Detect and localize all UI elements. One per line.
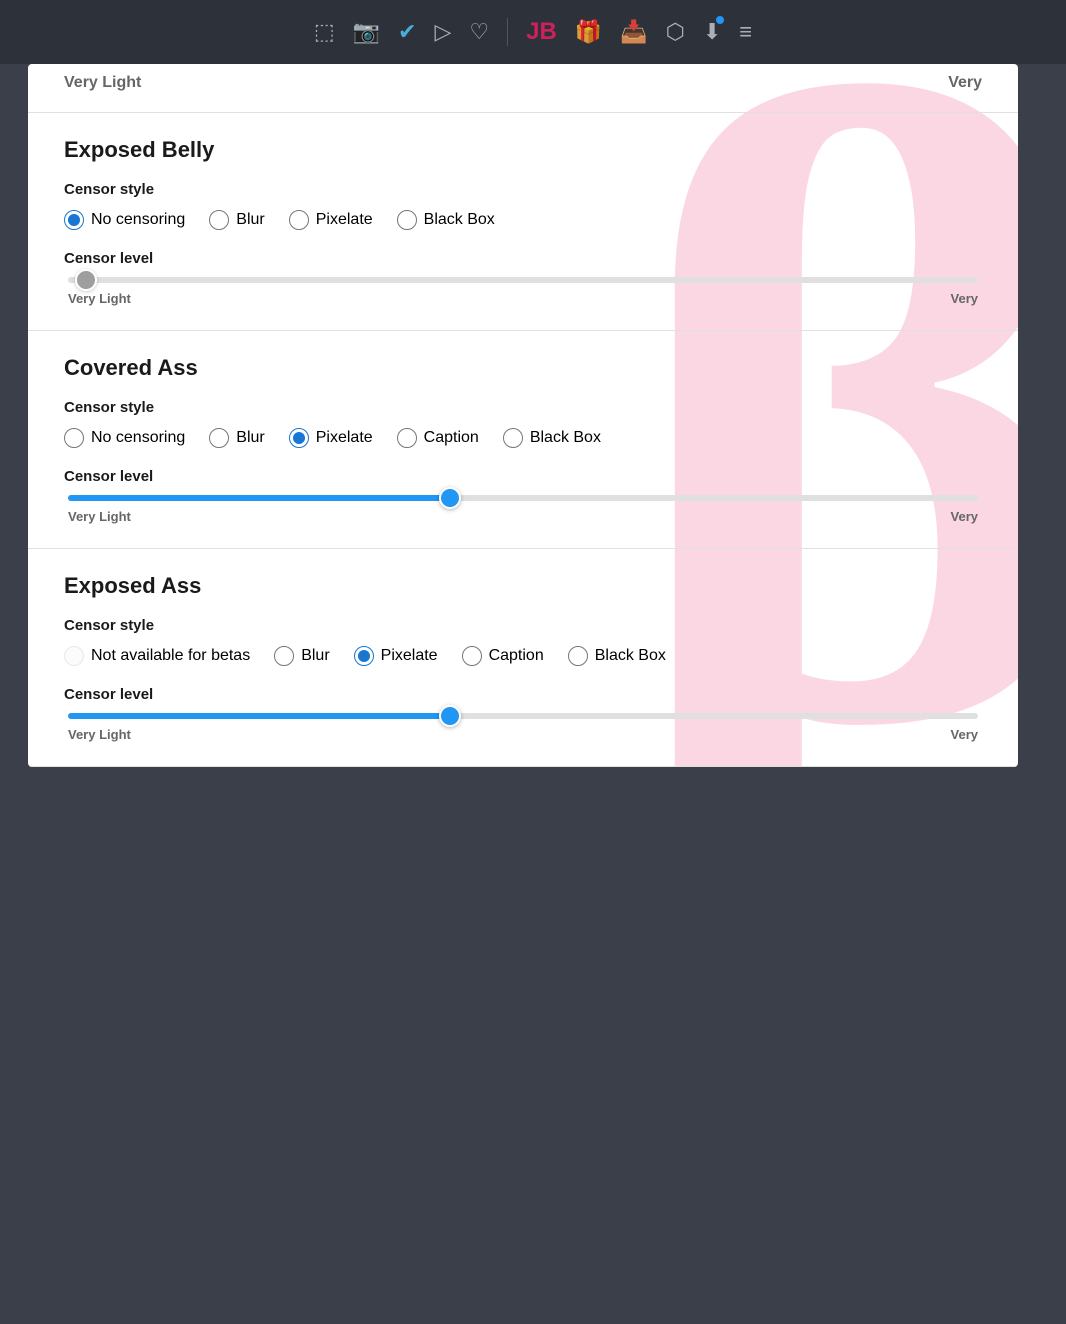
exposed-ass-title: Exposed Ass [64, 573, 982, 599]
exposed-ass-not-available-option: Not available for betas [64, 646, 250, 666]
edit-icon[interactable]: ⬚ [314, 19, 335, 45]
exposed-ass-pixelate-radio[interactable] [354, 646, 374, 666]
covered-ass-caption-radio[interactable] [397, 428, 417, 448]
exposed-belly-slider-container: Very Light Very [64, 277, 982, 306]
covered-ass-slider-fill [68, 495, 450, 501]
partial-top-section: Very Light Very [28, 64, 1018, 113]
exposed-ass-slider-track [68, 713, 978, 719]
exposed-ass-blur-option[interactable]: Blur [274, 646, 329, 666]
exposed-ass-black-box-label: Black Box [595, 647, 666, 665]
exposed-belly-slider-max-label: Very [951, 291, 978, 306]
exposed-belly-pixelate-option[interactable]: Pixelate [289, 210, 373, 230]
covered-ass-slider-min-label: Very Light [68, 509, 131, 524]
exposed-ass-pixelate-option[interactable]: Pixelate [354, 646, 438, 666]
exposed-belly-no-censoring-radio[interactable] [64, 210, 84, 230]
exposed-belly-censor-level-label: Censor level [64, 250, 982, 267]
exposed-belly-slider-thumb [75, 269, 97, 291]
exposed-ass-not-available-label: Not available for betas [91, 647, 250, 665]
exposed-ass-section: Exposed Ass Censor style Not available f… [28, 549, 1018, 766]
exposed-belly-pixelate-label: Pixelate [316, 211, 373, 229]
gift-icon[interactable]: 🎁 [575, 19, 602, 45]
covered-ass-censor-level-label: Censor level [64, 468, 982, 485]
cube-icon[interactable]: ⬡ [666, 19, 685, 45]
download-icon: ⬇ [703, 19, 721, 44]
download-icon-wrapper[interactable]: ⬇ [703, 19, 721, 45]
partial-very-label: Very [948, 74, 982, 92]
exposed-belly-slider-track [68, 277, 978, 283]
exposed-ass-not-available-radio [64, 646, 84, 666]
covered-ass-caption-option[interactable]: Caption [397, 428, 479, 448]
exposed-ass-caption-option[interactable]: Caption [462, 646, 544, 666]
settings-panel: β Very Light Very Exposed Belly Censor s… [28, 64, 1018, 767]
covered-ass-slider-track [68, 495, 978, 501]
exposed-ass-blur-radio[interactable] [274, 646, 294, 666]
download-tray-icon[interactable]: 📥 [620, 19, 647, 45]
covered-ass-slider-labels: Very Light Very [68, 509, 978, 524]
bottom-divider [28, 766, 1018, 767]
journal-icon[interactable]: JB [526, 18, 557, 46]
exposed-belly-section: Exposed Belly Censor style No censoring … [28, 113, 1018, 331]
covered-ass-no-censoring-label: No censoring [91, 429, 185, 447]
heart-icon[interactable]: ♡ [469, 19, 489, 45]
covered-ass-title: Covered Ass [64, 355, 982, 381]
exposed-belly-blur-option[interactable]: Blur [209, 210, 264, 230]
menu-icon[interactable]: ≡ [739, 19, 752, 45]
covered-ass-pixelate-option[interactable]: Pixelate [289, 428, 373, 448]
covered-ass-caption-label: Caption [424, 429, 479, 447]
covered-ass-blur-label: Blur [236, 429, 264, 447]
exposed-ass-slider-fill [68, 713, 450, 719]
exposed-belly-black-box-label: Black Box [424, 211, 495, 229]
exposed-ass-black-box-option[interactable]: Black Box [568, 646, 666, 666]
exposed-ass-slider-thumb [439, 705, 461, 727]
send-icon[interactable]: ▷ [434, 19, 451, 45]
exposed-belly-censor-style-label: Censor style [64, 181, 982, 198]
panel-content: Very Light Very Exposed Belly Censor sty… [28, 64, 1018, 767]
partial-very-light-label: Very Light [64, 74, 141, 92]
covered-ass-blur-radio[interactable] [209, 428, 229, 448]
covered-ass-slider-thumb [439, 487, 461, 509]
exposed-ass-caption-radio[interactable] [462, 646, 482, 666]
covered-ass-black-box-label: Black Box [530, 429, 601, 447]
exposed-ass-censor-level-label: Censor level [64, 686, 982, 703]
exposed-ass-slider-max-label: Very [951, 727, 978, 742]
covered-ass-no-censoring-radio[interactable] [64, 428, 84, 448]
exposed-ass-caption-label: Caption [489, 647, 544, 665]
camera-icon[interactable]: 📷 [353, 19, 380, 45]
covered-ass-black-box-option[interactable]: Black Box [503, 428, 601, 448]
toolbar-divider [507, 18, 508, 46]
toolbar: ⬚ 📷 ✔ ▷ ♡ JB 🎁 📥 ⬡ ⬇ ≡ [0, 0, 1066, 64]
covered-ass-pixelate-radio[interactable] [289, 428, 309, 448]
exposed-belly-no-censoring-label: No censoring [91, 211, 185, 229]
exposed-ass-pixelate-label: Pixelate [381, 647, 438, 665]
exposed-belly-pixelate-radio[interactable] [289, 210, 309, 230]
exposed-belly-radio-group: No censoring Blur Pixelate Black Box [64, 210, 982, 230]
exposed-belly-black-box-option[interactable]: Black Box [397, 210, 495, 230]
covered-ass-black-box-radio[interactable] [503, 428, 523, 448]
exposed-belly-slider-labels: Very Light Very [68, 291, 978, 306]
exposed-belly-slider-min-label: Very Light [68, 291, 131, 306]
covered-ass-no-censoring-option[interactable]: No censoring [64, 428, 185, 448]
exposed-belly-black-box-radio[interactable] [397, 210, 417, 230]
exposed-belly-blur-label: Blur [236, 211, 264, 229]
exposed-belly-blur-radio[interactable] [209, 210, 229, 230]
exposed-ass-slider-min-label: Very Light [68, 727, 131, 742]
exposed-ass-slider-labels: Very Light Very [68, 727, 978, 742]
exposed-ass-censor-style-label: Censor style [64, 617, 982, 634]
exposed-belly-title: Exposed Belly [64, 137, 982, 163]
exposed-ass-blur-label: Blur [301, 647, 329, 665]
exposed-ass-radio-group: Not available for betas Blur Pixelate Ca… [64, 646, 982, 666]
check-circle-icon[interactable]: ✔ [398, 19, 416, 45]
covered-ass-slider-max-label: Very [951, 509, 978, 524]
covered-ass-slider-container: Very Light Very [64, 495, 982, 524]
exposed-ass-black-box-radio[interactable] [568, 646, 588, 666]
exposed-ass-slider-container: Very Light Very [64, 713, 982, 742]
covered-ass-pixelate-label: Pixelate [316, 429, 373, 447]
covered-ass-radio-group: No censoring Blur Pixelate Caption Black… [64, 428, 982, 448]
exposed-belly-no-censoring-option[interactable]: No censoring [64, 210, 185, 230]
covered-ass-blur-option[interactable]: Blur [209, 428, 264, 448]
covered-ass-censor-style-label: Censor style [64, 399, 982, 416]
covered-ass-section: Covered Ass Censor style No censoring Bl… [28, 331, 1018, 549]
